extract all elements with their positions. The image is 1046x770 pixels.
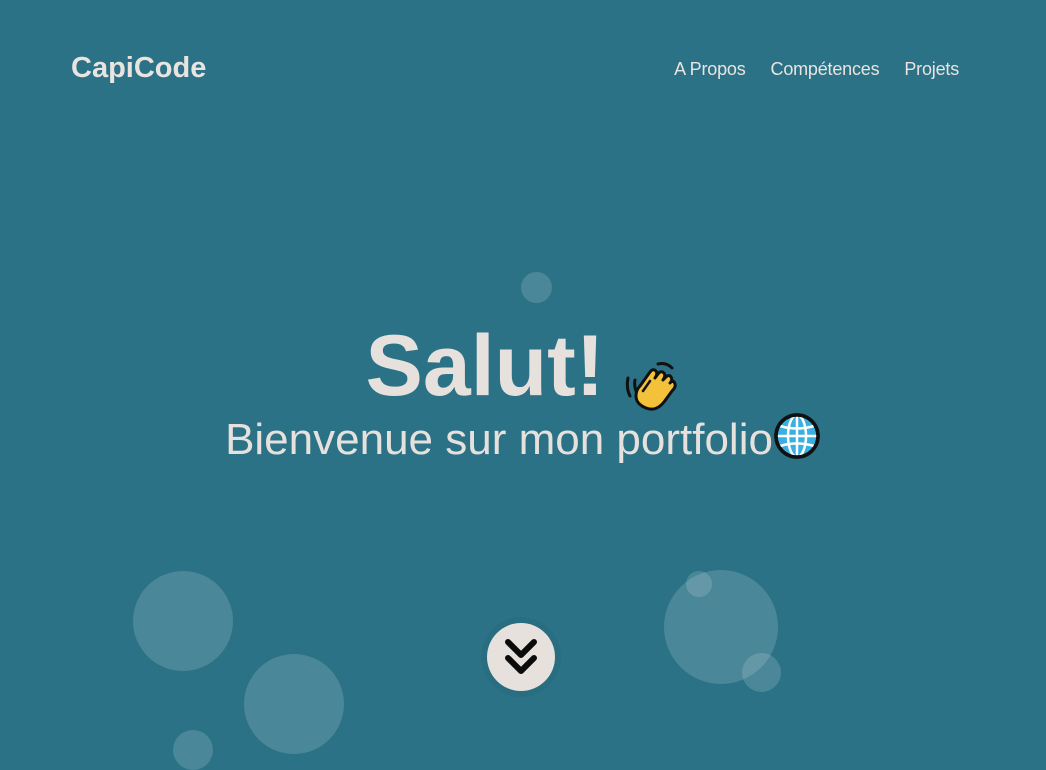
double-chevron-down-icon xyxy=(505,639,537,674)
hero-subtitle-text: Bienvenue sur mon portfolio xyxy=(225,415,773,464)
bubble-decoration xyxy=(173,730,213,770)
bubble-decoration xyxy=(686,571,712,597)
waving-hand-icon xyxy=(622,339,680,411)
globe-icon xyxy=(773,412,821,460)
scroll-down-button[interactable] xyxy=(487,623,555,691)
bubble-decoration xyxy=(521,272,552,303)
bubble-decoration xyxy=(244,654,344,754)
hero-section: Salut! Bienvenue sur mon portfolio xyxy=(0,0,1046,770)
bubble-decoration xyxy=(742,653,781,692)
hero-subtitle: Bienvenue sur mon portfolio xyxy=(0,412,1046,468)
hero-title: Salut! xyxy=(0,318,1046,414)
bubble-decoration xyxy=(133,571,233,671)
hero-title-text: Salut! xyxy=(365,318,605,414)
